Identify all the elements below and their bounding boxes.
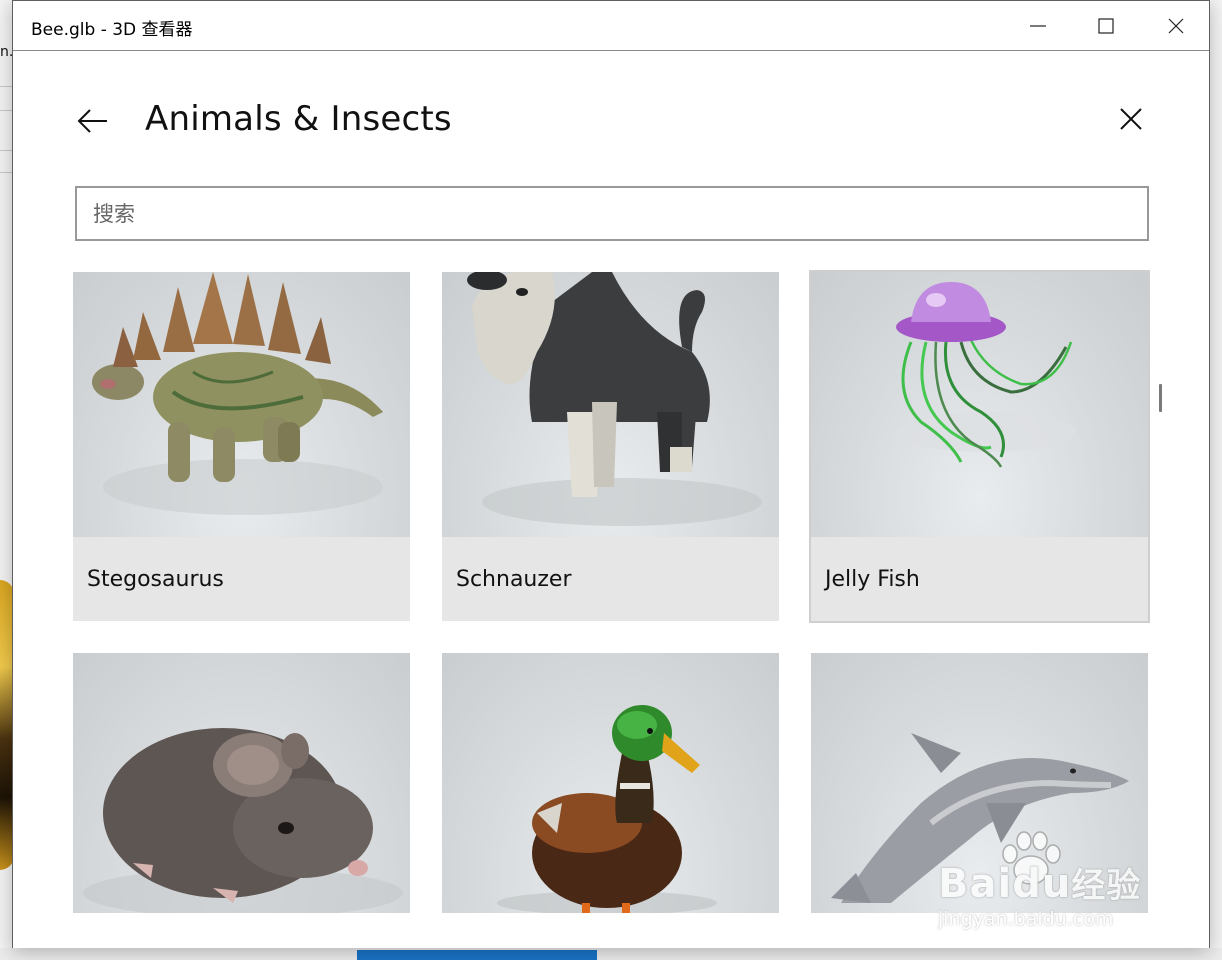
model-card-dolphin[interactable] [811,653,1148,913]
model-card-mouse[interactable] [73,653,410,913]
window-close-button[interactable] [1141,1,1211,51]
dialog-window: Bee.glb - 3D 查看器 Animals & Insects 搜索 St… [12,0,1210,948]
title-bar[interactable]: Bee.glb - 3D 查看器 [13,1,1209,51]
scrollbar-thumb[interactable] [1159,384,1162,412]
model-card-duck[interactable] [442,653,779,913]
duck-thumbnail [442,653,779,913]
model-card-schnauzer[interactable]: Schnauzer [442,272,779,621]
model-card-jelly-fish[interactable]: Jelly Fish [809,270,1150,623]
window-title: Bee.glb - 3D 查看器 [31,20,193,40]
model-browser-panel: Animals & Insects 搜索 Stegosaurus Schnauz… [13,51,1209,948]
panel-close-button[interactable] [1111,99,1151,139]
close-icon [1168,18,1184,34]
close-icon [1120,108,1142,130]
back-button[interactable] [73,101,113,141]
background-app-right [1210,0,1222,960]
dolphin-thumbnail [811,653,1148,913]
model-card-label: Jelly Fish [825,567,920,592]
search-input[interactable] [75,186,1149,241]
back-arrow-icon [77,109,107,133]
stegosaurus-thumbnail [73,272,410,537]
background-app-bottom [0,948,1222,960]
page-title: Animals & Insects [145,99,452,139]
jellyfish-thumbnail [811,272,1148,537]
model-card-label: Schnauzer [456,567,572,592]
schnauzer-thumbnail [442,272,779,537]
background-blue-button [357,950,597,960]
maximize-icon [1098,18,1114,34]
model-card-stegosaurus[interactable]: Stegosaurus [73,272,410,621]
minimize-icon [1030,25,1046,27]
model-card-label: Stegosaurus [87,567,224,592]
maximize-button[interactable] [1071,1,1141,51]
minimize-button[interactable] [1003,1,1073,51]
mouse-thumbnail [73,653,410,913]
